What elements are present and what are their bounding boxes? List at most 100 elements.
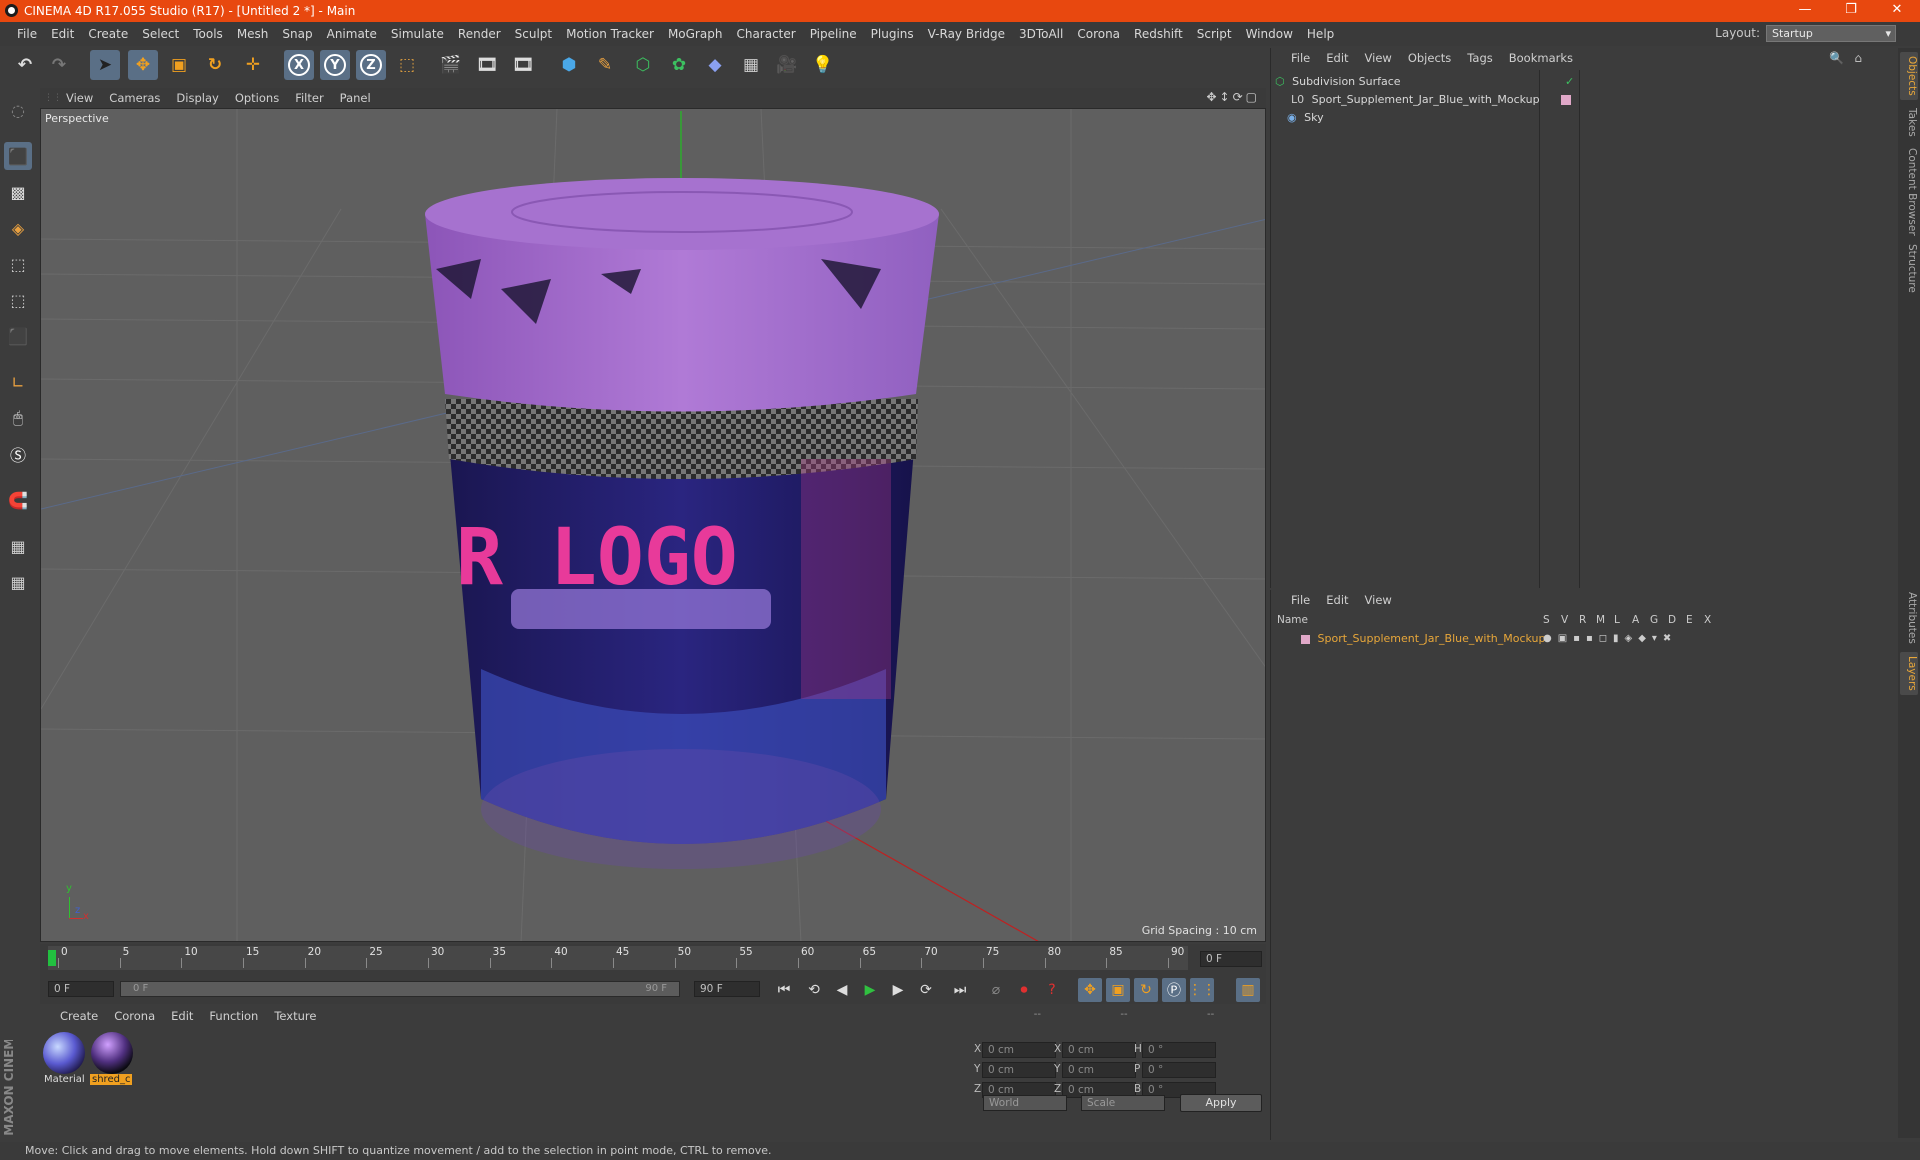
check-icon[interactable]: ✓ bbox=[1565, 73, 1574, 91]
close-button[interactable]: ✕ bbox=[1874, 0, 1920, 22]
render-picture-viewer-icon[interactable]: 🎞 bbox=[472, 50, 502, 80]
object-menu-edit[interactable]: Edit bbox=[1318, 51, 1356, 65]
object-menu-view[interactable]: View bbox=[1357, 51, 1400, 65]
points-mode-icon[interactable]: ⬚ bbox=[4, 250, 32, 278]
tab-objects[interactable]: Objects bbox=[1900, 52, 1918, 100]
3d-viewport[interactable]: R LOGO Perspective Grid Spacing : 10 cm … bbox=[40, 108, 1266, 942]
menu-mograph[interactable]: MoGraph bbox=[661, 27, 730, 41]
menu-snap[interactable]: Snap bbox=[275, 27, 319, 41]
pen-spline-icon[interactable]: ✎ bbox=[590, 50, 620, 80]
material-menu-corona[interactable]: Corona bbox=[106, 1009, 163, 1023]
viewport-menu-options[interactable]: Options bbox=[227, 91, 287, 105]
coord-value-field[interactable]: 0 cm bbox=[1062, 1042, 1136, 1058]
restore-button[interactable]: ❐ bbox=[1828, 0, 1874, 22]
tab-attributes[interactable]: Attributes bbox=[1900, 588, 1918, 648]
tab-takes[interactable]: Takes bbox=[1900, 104, 1918, 141]
deformer-icon[interactable]: ◆ bbox=[700, 50, 730, 80]
menu-file[interactable]: File bbox=[10, 27, 44, 41]
select-arrow-icon[interactable]: ➤ bbox=[90, 50, 120, 80]
coord-mode-select[interactable]: World bbox=[983, 1095, 1067, 1111]
menu-window[interactable]: Window bbox=[1239, 27, 1300, 41]
planar-workplane-icon[interactable]: ▦ bbox=[4, 568, 32, 596]
menu-vray-bridge[interactable]: V-Ray Bridge bbox=[921, 27, 1012, 41]
object-menu-bookmarks[interactable]: Bookmarks bbox=[1501, 51, 1581, 65]
menu-character[interactable]: Character bbox=[729, 27, 802, 41]
texture-mode-icon[interactable]: ▩ bbox=[4, 178, 32, 206]
coord-value-field[interactable]: 0 ° bbox=[1142, 1042, 1216, 1058]
move-tool-icon[interactable]: ✥ bbox=[128, 50, 158, 80]
menu-plugins[interactable]: Plugins bbox=[864, 27, 921, 41]
rotate-tool-icon[interactable]: ↻ bbox=[200, 50, 230, 80]
next-frame-icon[interactable]: ▶ bbox=[886, 978, 910, 1002]
viewport-menu-view[interactable]: View bbox=[58, 91, 101, 105]
render-settings-icon[interactable]: 🎞 bbox=[508, 50, 538, 80]
workplane-icon[interactable]: ◈ bbox=[4, 214, 32, 242]
light-icon[interactable]: 💡 bbox=[808, 50, 838, 80]
frame-range-slider[interactable]: 0 F 90 F bbox=[120, 981, 680, 997]
object-menu-tags[interactable]: Tags bbox=[1459, 51, 1500, 65]
go-to-start-icon[interactable]: ⏮ bbox=[772, 978, 796, 1002]
home-icon[interactable]: ⌂ bbox=[1854, 51, 1862, 65]
menu-tools[interactable]: Tools bbox=[186, 27, 230, 41]
timeline-window-icon[interactable]: ▥ bbox=[1236, 978, 1260, 1002]
subdivision-surface-icon[interactable]: ⬡ bbox=[628, 50, 658, 80]
next-key-icon[interactable]: ⟳ bbox=[914, 978, 938, 1002]
layout-select[interactable]: Startup ▾ bbox=[1766, 25, 1896, 42]
end-frame-field[interactable]: 90 F bbox=[694, 981, 760, 997]
make-editable-icon[interactable]: ◌ bbox=[4, 96, 32, 124]
key-scale-icon[interactable]: ▣ bbox=[1106, 978, 1130, 1002]
menu-simulate[interactable]: Simulate bbox=[384, 27, 451, 41]
layer-toggle-icons[interactable]: ●▣▪▪◻▮◈◆▾✖ bbox=[1543, 630, 1677, 648]
layer-menu-view[interactable]: View bbox=[1357, 593, 1400, 607]
object-menu-file[interactable]: File bbox=[1283, 51, 1318, 65]
menu-script[interactable]: Script bbox=[1190, 27, 1239, 41]
menu-redshift[interactable]: Redshift bbox=[1127, 27, 1190, 41]
start-frame-field[interactable]: 0 F bbox=[48, 981, 114, 997]
coord-value-field[interactable]: 0 cm bbox=[982, 1062, 1056, 1078]
object-row-subdivision[interactable]: ⬡ Subdivision Surface ✓ bbox=[1275, 73, 1895, 91]
record-keys-icon[interactable]: ⌀ bbox=[984, 978, 1008, 1002]
previous-key-icon[interactable]: ⟲ bbox=[802, 978, 826, 1002]
cube-primitive-icon[interactable]: ⬢ bbox=[554, 50, 584, 80]
redo-icon[interactable]: ↷ bbox=[44, 50, 74, 80]
timeline-track[interactable]: 0 5 10 15 20 25 30 35 40 45 50 55 60 65 70 75 80 85 90 bbox=[48, 946, 1188, 970]
coordinate-system-icon[interactable]: ⬚ bbox=[392, 50, 422, 80]
object-row-jar[interactable]: L0 Sport_Supplement_Jar_Blue_with_Mockup bbox=[1291, 91, 1891, 109]
coord-value-field[interactable]: 0 ° bbox=[1142, 1062, 1216, 1078]
menu-create[interactable]: Create bbox=[81, 27, 135, 41]
material-tag-icon[interactable] bbox=[1561, 95, 1571, 105]
play-icon[interactable]: ▶ bbox=[858, 978, 882, 1002]
viewport-menu-filter[interactable]: Filter bbox=[287, 91, 331, 105]
keyframe-selection-icon[interactable]: ? bbox=[1040, 978, 1064, 1002]
menu-animate[interactable]: Animate bbox=[320, 27, 384, 41]
material-menu-edit[interactable]: Edit bbox=[163, 1009, 201, 1023]
material-menu-function[interactable]: Function bbox=[201, 1009, 266, 1023]
material-swatch[interactable]: shred_c bbox=[90, 1030, 134, 1088]
edges-mode-icon[interactable]: ⬚ bbox=[4, 286, 32, 314]
camera-icon[interactable]: 🎥 bbox=[772, 50, 802, 80]
viewport-menu-panel[interactable]: Panel bbox=[332, 91, 379, 105]
y-axis-lock-icon[interactable]: Y bbox=[320, 50, 350, 80]
tab-layers[interactable]: Layers bbox=[1900, 652, 1918, 695]
layer-menu-edit[interactable]: Edit bbox=[1318, 593, 1356, 607]
layer-color-icon[interactable] bbox=[1301, 634, 1310, 644]
snap-icon[interactable]: Ⓢ bbox=[4, 440, 32, 468]
key-position-icon[interactable]: ✥ bbox=[1078, 978, 1102, 1002]
layer-menu-file[interactable]: File bbox=[1283, 593, 1318, 607]
material-swatch[interactable]: Material bbox=[42, 1030, 86, 1088]
scale-tool-icon[interactable]: ▣ bbox=[164, 50, 194, 80]
z-axis-lock-icon[interactable]: Z bbox=[356, 50, 386, 80]
viewport-navigation-icons[interactable]: ✥↕⟳▢ bbox=[1206, 90, 1260, 104]
material-menu-create[interactable]: Create bbox=[52, 1009, 106, 1023]
key-pla-icon[interactable]: ⋮⋮ bbox=[1188, 978, 1216, 1002]
menu-3dtoall[interactable]: 3DToAll bbox=[1012, 27, 1070, 41]
menu-select[interactable]: Select bbox=[135, 27, 186, 41]
floor-icon[interactable]: ▦ bbox=[736, 50, 766, 80]
x-axis-lock-icon[interactable]: X bbox=[284, 50, 314, 80]
coord-value-field[interactable]: 0 cm bbox=[982, 1042, 1056, 1058]
playhead[interactable] bbox=[48, 950, 56, 966]
axis-mode-icon[interactable]: ∟ bbox=[4, 368, 32, 396]
search-icon[interactable]: 🔍 bbox=[1829, 51, 1844, 65]
menu-corona[interactable]: Corona bbox=[1070, 27, 1127, 41]
tweak-mode-icon[interactable]: 🖱 bbox=[4, 404, 32, 432]
